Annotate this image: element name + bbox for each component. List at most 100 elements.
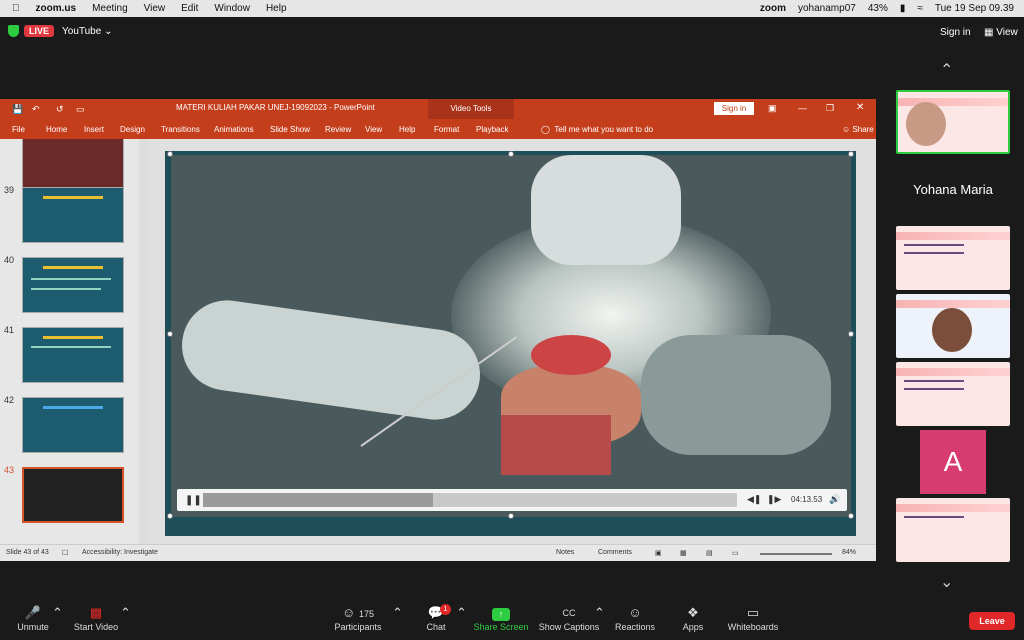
tab-insert[interactable]: Insert: [84, 125, 104, 134]
resize-handle[interactable]: [167, 151, 173, 157]
close-icon[interactable]: ✕: [856, 102, 864, 113]
security-shield-icon[interactable]: [8, 25, 19, 37]
tab-view[interactable]: View: [365, 125, 382, 134]
slide-thumbnails-pane[interactable]: 39 40 41 42 43: [0, 139, 148, 544]
audio-options-chevron[interactable]: ⌃: [52, 604, 63, 622]
menu-app-name[interactable]: zoom.us: [36, 0, 77, 17]
menu-meeting[interactable]: Meeting: [92, 0, 128, 17]
resize-handle[interactable]: [167, 331, 173, 337]
comments-button[interactable]: Comments: [598, 549, 632, 556]
gallery-scroll-up-icon[interactable]: ⌃: [940, 60, 953, 80]
tab-review[interactable]: Review: [325, 125, 351, 134]
slide-thumbnail[interactable]: [22, 187, 124, 243]
user-name[interactable]: yohanamp07: [798, 3, 856, 14]
zoom-brand[interactable]: zoom: [760, 3, 786, 14]
accessibility-status[interactable]: Accessibility: Investigate: [82, 549, 158, 556]
tile-text-line: [904, 516, 964, 518]
live-badge[interactable]: LIVE: [24, 25, 55, 37]
slide-sorter-icon[interactable]: ▦: [680, 549, 687, 557]
apps-button[interactable]: ❖ Apps: [676, 604, 710, 632]
slide[interactable]: ❚❚ ◀❚ ❚▶ 04:13.53 🔊: [165, 151, 856, 536]
participant-video-tile[interactable]: [896, 294, 1010, 358]
video-options-chevron[interactable]: ⌃: [120, 604, 131, 622]
reading-view-icon[interactable]: ▤: [706, 549, 713, 557]
slide-thumbnail-selected[interactable]: [22, 467, 124, 523]
menu-edit[interactable]: Edit: [181, 0, 198, 17]
reactions-button[interactable]: ☺ Reactions: [612, 604, 658, 632]
slide-thumbnail[interactable]: [22, 397, 124, 453]
share-person-icon: ☺: [842, 125, 851, 134]
participants-button[interactable]: ☺ 175 Participants: [330, 604, 386, 632]
step-back-icon[interactable]: ◀❚: [747, 494, 761, 505]
participant-video-tile[interactable]: [896, 498, 1010, 562]
tab-home[interactable]: Home: [46, 125, 67, 134]
menu-window[interactable]: Window: [214, 0, 250, 17]
video-seek-bar[interactable]: [203, 493, 737, 507]
unmute-label: Unmute: [17, 622, 49, 632]
participant-name-tile[interactable]: Yohana Maria: [896, 158, 1010, 222]
resize-handle[interactable]: [508, 151, 514, 157]
sign-in-button[interactable]: Sign in: [940, 27, 971, 38]
unmute-button[interactable]: 🎤 Unmute: [14, 604, 52, 632]
captions-chevron[interactable]: ⌃: [594, 604, 605, 622]
slideshow-icon[interactable]: ▭: [732, 549, 739, 557]
tab-format[interactable]: Format: [434, 125, 459, 134]
stream-platform-dropdown[interactable]: YouTube ⌄: [62, 26, 112, 37]
participant-avatar-tile[interactable]: A: [920, 430, 986, 494]
tab-playback[interactable]: Playback: [476, 125, 508, 134]
resize-handle[interactable]: [167, 513, 173, 519]
slide-thumbnail[interactable]: [22, 139, 124, 191]
participant-video-tile[interactable]: [896, 362, 1010, 426]
redo-icon[interactable]: ↺: [56, 104, 64, 115]
start-video-button[interactable]: ▩ Start Video: [70, 604, 122, 632]
participant-video-tile[interactable]: [896, 90, 1010, 154]
ppt-sign-in-button[interactable]: Sign in: [714, 102, 754, 115]
battery-icon[interactable]: ▮: [900, 3, 906, 14]
resize-handle[interactable]: [848, 151, 854, 157]
ppt-share-button[interactable]: ☺ Share: [842, 125, 874, 134]
participant-video-tile[interactable]: [896, 226, 1010, 290]
save-icon[interactable]: 💾: [12, 104, 23, 115]
step-forward-icon[interactable]: ❚▶: [767, 494, 781, 505]
tab-help[interactable]: Help: [399, 125, 415, 134]
spellcheck-icon[interactable]: ☐: [62, 549, 68, 557]
resize-handle[interactable]: [508, 513, 514, 519]
present-icon[interactable]: ▭: [76, 104, 85, 115]
apple-icon[interactable]: : [12, 0, 20, 17]
participants-chevron[interactable]: ⌃: [392, 604, 403, 622]
menu-help[interactable]: Help: [266, 0, 287, 17]
tab-animations[interactable]: Animations: [214, 125, 254, 134]
wifi-icon[interactable]: ≈: [917, 3, 923, 14]
tab-transitions[interactable]: Transitions: [161, 125, 200, 134]
tab-slide-show[interactable]: Slide Show: [270, 125, 310, 134]
pause-icon[interactable]: ❚❚: [185, 495, 202, 506]
zoom-slider[interactable]: [760, 553, 832, 555]
embedded-video[interactable]: [171, 155, 851, 517]
minimize-icon[interactable]: —: [798, 103, 807, 113]
resize-handle[interactable]: [848, 513, 854, 519]
tab-design[interactable]: Design: [120, 125, 145, 134]
chat-chevron[interactable]: ⌃: [456, 604, 467, 622]
leave-button[interactable]: Leave: [969, 612, 1015, 630]
share-screen-button[interactable]: ↑ Share Screen: [470, 604, 532, 632]
tab-file[interactable]: File: [12, 125, 25, 134]
notes-button[interactable]: Notes: [556, 549, 574, 556]
resize-handle[interactable]: [848, 331, 854, 337]
thumbnails-scrollbar[interactable]: [139, 139, 148, 544]
whiteboards-button[interactable]: ▭ Whiteboards: [724, 604, 782, 632]
volume-icon[interactable]: 🔊: [829, 494, 840, 505]
show-captions-button[interactable]: CC Show Captions: [538, 604, 600, 632]
menu-view[interactable]: View: [144, 0, 166, 17]
slide-thumbnail[interactable]: [22, 257, 124, 313]
slide-thumbnail[interactable]: [22, 327, 124, 383]
normal-view-icon[interactable]: ▣: [655, 549, 662, 557]
restore-icon[interactable]: ❐: [826, 103, 834, 114]
tell-me-label: Tell me what you want to do: [554, 125, 654, 134]
ribbon-display-icon[interactable]: ▣: [768, 103, 777, 114]
datetime[interactable]: Tue 19 Sep 09.39: [935, 3, 1014, 14]
gallery-scroll-down-icon[interactable]: ⌄: [940, 572, 953, 592]
zoom-level[interactable]: 84%: [842, 549, 856, 556]
view-button[interactable]: ▦ View: [984, 27, 1018, 38]
undo-icon[interactable]: ↶: [32, 104, 40, 115]
tell-me-search[interactable]: ◯ Tell me what you want to do: [541, 125, 653, 134]
